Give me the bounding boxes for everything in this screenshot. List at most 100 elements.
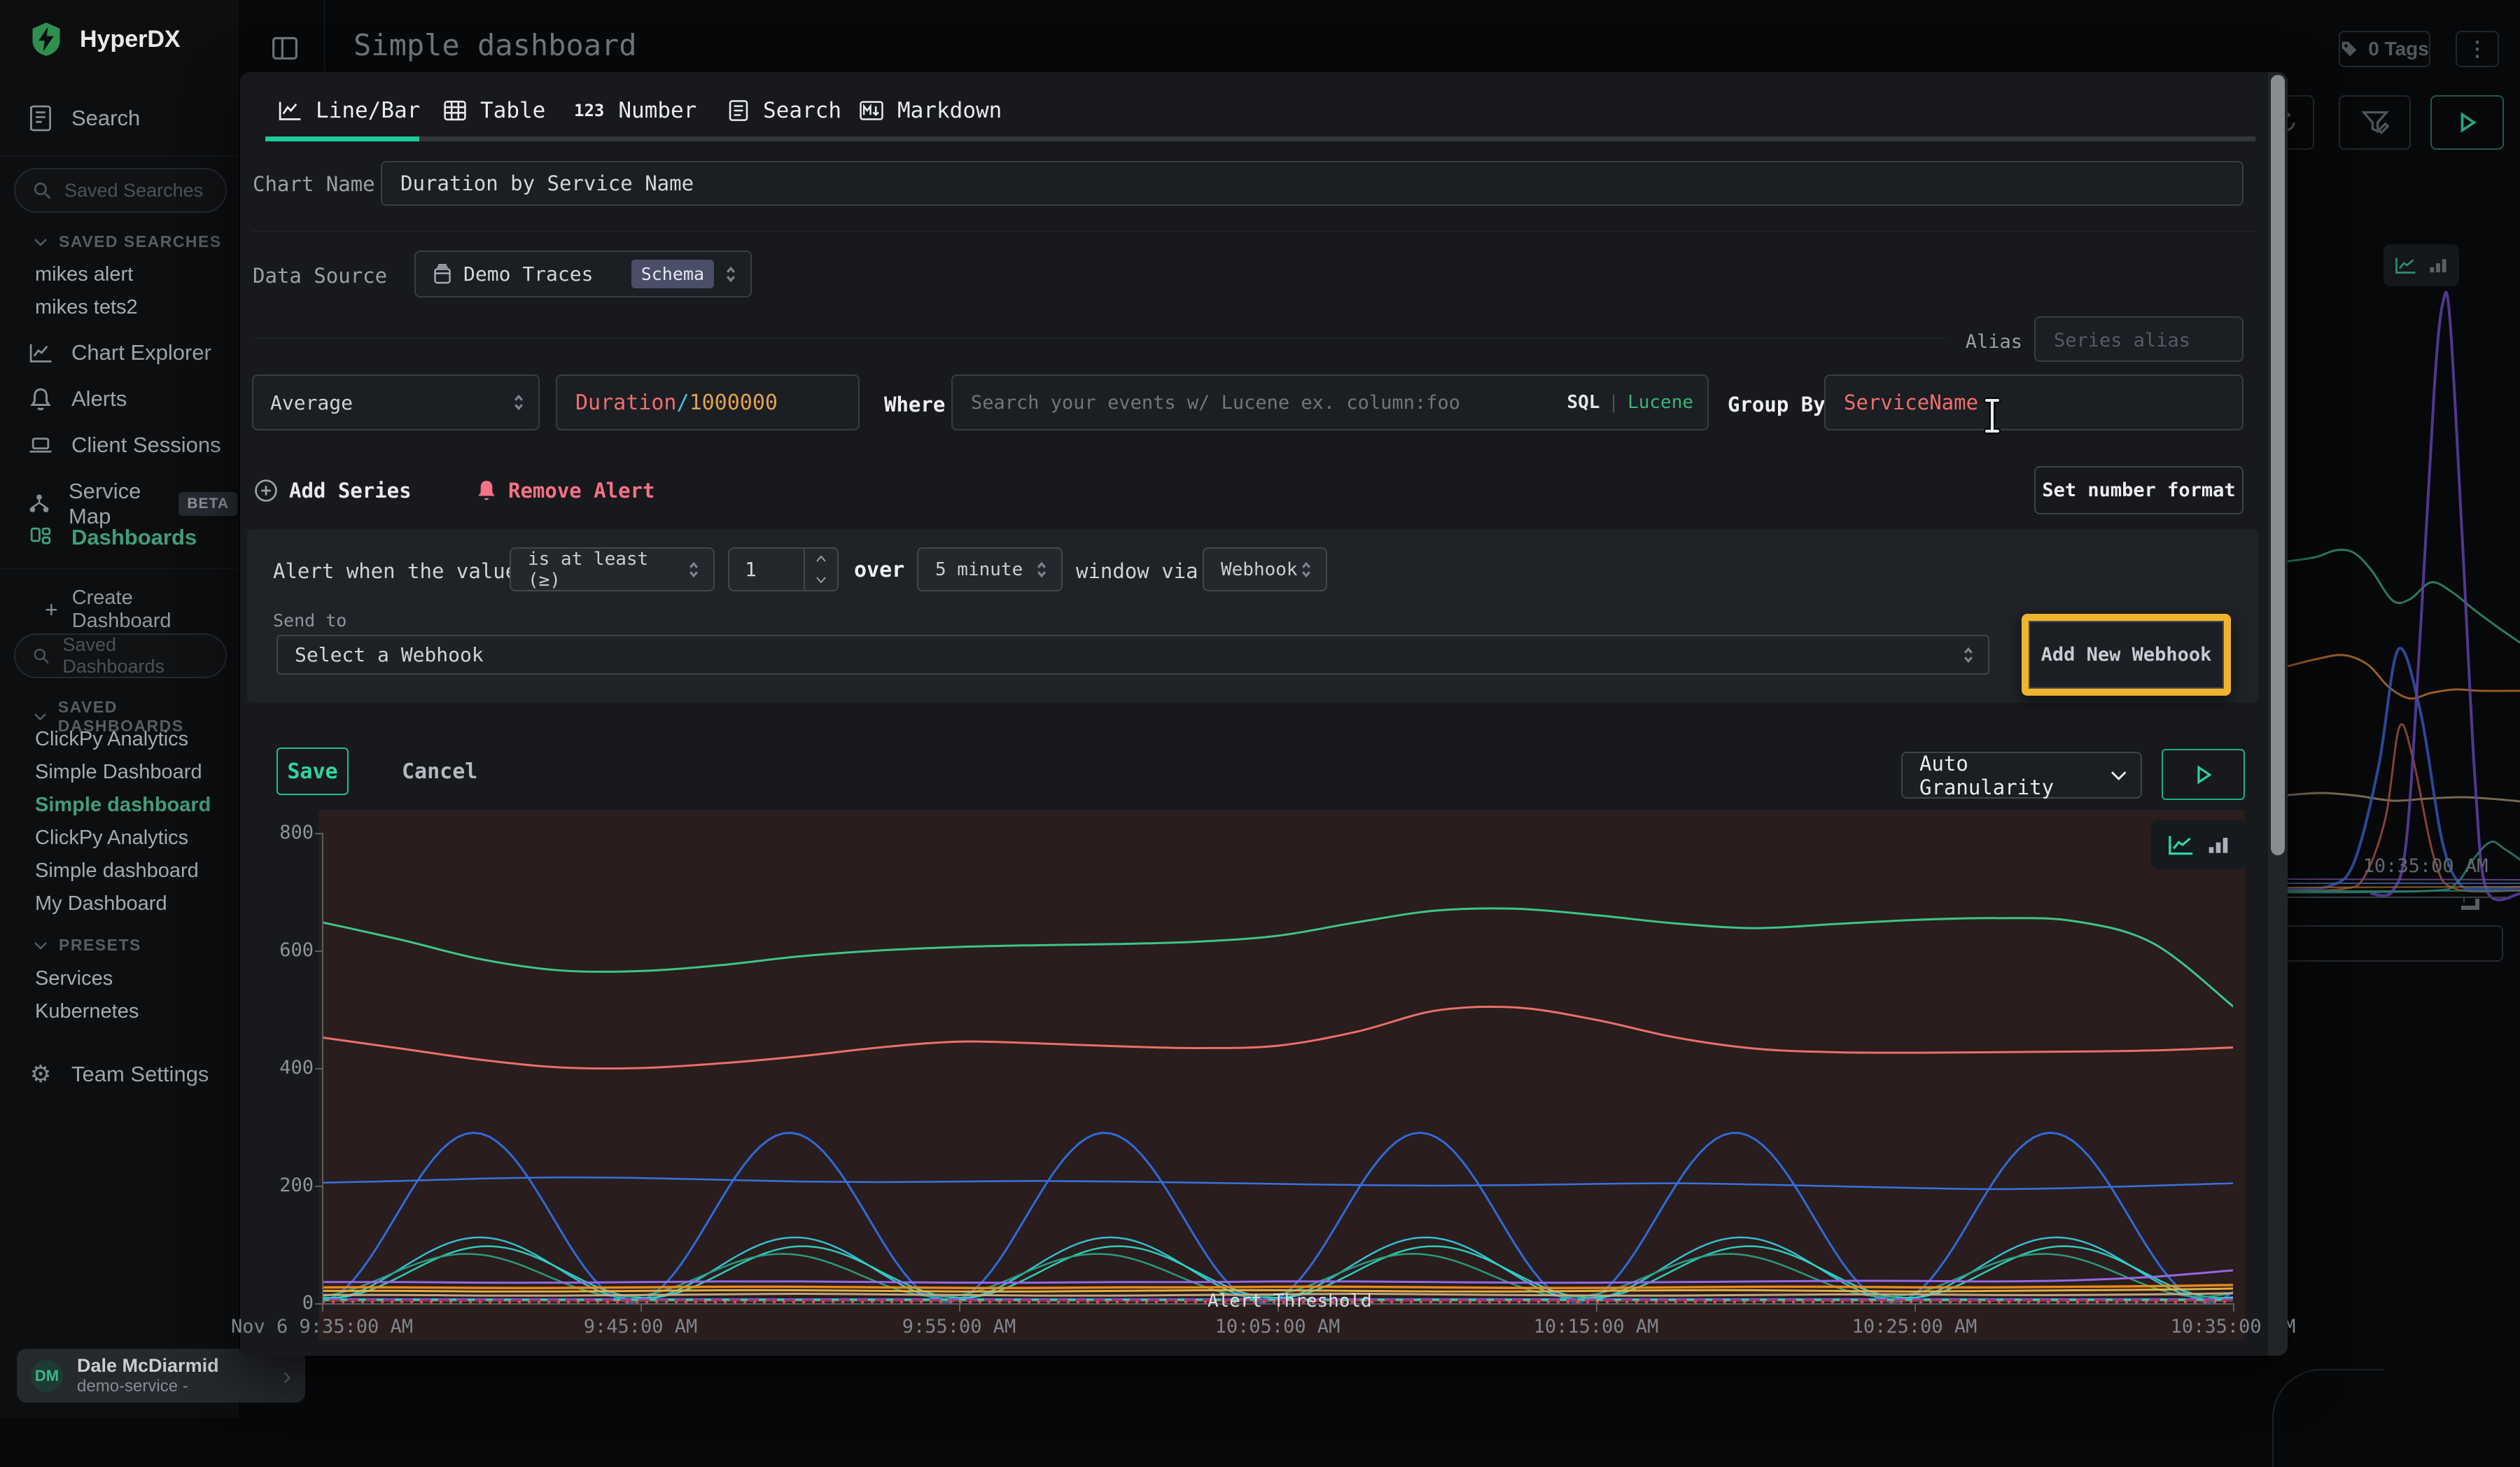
remove-alert-button[interactable]: Remove Alert [476,475,655,507]
brand-logo[interactable]: HyperDX [28,21,181,57]
dashboard-item[interactable]: My Dashboard [35,892,167,915]
filter-button[interactable] [2339,95,2411,150]
alert-channel-select[interactable]: Webhook [1203,547,1327,591]
send-to-label: Send to [273,610,346,631]
tab-table[interactable]: Table [444,94,545,127]
expression-input[interactable]: Duration/1000000 [556,374,860,430]
add-series-button[interactable]: Add Series [254,475,412,507]
chevron-down-icon [34,713,47,721]
series-alias-input[interactable] [2034,316,2244,362]
tabs-underline-track [265,136,2255,141]
run-preview-button[interactable] [2162,749,2245,800]
y-axis-tick-label: 600 [240,939,314,962]
dashboard-item[interactable]: Simple Dashboard [35,761,202,784]
alert-window-select[interactable]: 5 minute [917,547,1063,591]
tab-line-bar[interactable]: Line/Bar [278,94,420,127]
user-name: Dale McDiarmid [77,1355,269,1377]
more-menu-button[interactable]: ⋮ [2456,31,2499,67]
background-panel-corner [2272,1369,2384,1467]
preset-item[interactable]: Services [35,967,113,990]
sidebar-collapse-button[interactable] [265,28,305,69]
sidebar-item-search[interactable]: Search [28,105,140,132]
user-menu[interactable]: DM Dale McDiarmid demo-service - › [17,1349,305,1403]
play-icon [2194,765,2213,785]
sidebar-item-dashboards[interactable]: Dashboards [28,525,197,550]
tab-search[interactable]: Search [728,94,841,127]
saved-searches-input[interactable]: Saved Searches [14,168,227,213]
sidebar-item-team-settings[interactable]: ⚙ Team Settings [28,1060,209,1088]
stepper-down-button[interactable] [805,570,837,591]
number-icon: 123 [574,101,604,120]
modal-scrollbar-thumb[interactable] [2271,75,2285,855]
y-axis-tick-label: 400 [240,1057,314,1079]
chart-name-label: Chart Name [253,172,375,196]
saved-search-item[interactable]: mikes tets2 [35,296,138,319]
dashboard-item[interactable]: Simple dashboard [35,859,199,883]
line-chart-icon [2169,834,2194,855]
operator-token: / [677,391,690,415]
line-chart-icon [2395,256,2416,274]
search-icon [32,181,52,200]
play-icon [2457,112,2478,133]
chevron-up-down-icon [1963,646,1974,664]
over-label: over [854,558,904,582]
background-chart-type-toggle[interactable] [2384,244,2459,286]
sidebar-item-chart-explorer[interactable]: Chart Explorer [28,340,211,365]
sidebar-item-alerts[interactable]: Alerts [28,386,127,412]
kebab-icon: ⋮ [2467,37,2488,62]
chevron-up-icon [816,556,826,562]
saved-search-item[interactable]: mikes alert [35,263,133,286]
modal-scrollbar-track[interactable] [2268,72,2288,1356]
set-number-format-button[interactable]: Set number format [2034,466,2244,514]
dashboard-item[interactable]: ClickPy Analytics [35,728,188,751]
alert-condition-select[interactable]: is at least (≥) [510,547,715,591]
aggregation-select[interactable]: Average [252,374,540,430]
dashboard-item-active[interactable]: Simple dashboard [35,794,211,817]
granularity-select[interactable]: Auto Granularity [1901,752,2142,799]
data-source-label: Data Source [253,264,387,288]
group-by-input[interactable] [1824,374,2244,430]
tab-markdown[interactable]: Markdown [860,94,1002,127]
sidebar-item-service-map[interactable]: Service Map BETA [28,479,237,529]
add-new-webhook-button[interactable]: Add New Webhook [2029,621,2224,689]
tags-button[interactable]: 0 Tags [2339,31,2430,67]
data-source-select[interactable]: Demo Traces Schema [414,251,752,297]
user-subtitle: demo-service - [77,1377,269,1396]
background-panel-outline [2281,925,2503,962]
chevron-down-icon [34,941,48,950]
presets-header[interactable]: PRESETS [34,936,141,955]
saved-dashboards-input[interactable]: Saved Dashboards [14,633,227,678]
y-axis-line [322,833,323,1305]
active-tab-underline [265,136,419,141]
search-page-icon [28,105,53,132]
service-map-icon [28,493,50,515]
cancel-button[interactable]: Cancel [402,747,477,795]
y-axis-tick-label: 200 [240,1174,314,1197]
stepper-up-button[interactable] [805,549,837,570]
run-query-background-button[interactable] [2430,95,2504,150]
chevron-right-icon: › [283,1361,291,1391]
chart-name-input[interactable] [381,161,2244,206]
sidebar-item-client-sessions[interactable]: Client Sessions [28,433,221,458]
sidebar-item-label: Search [71,106,140,131]
preview-line-chart [322,833,2233,1323]
alert-threshold-input[interactable] [729,549,804,590]
group-by-label: Group By [1728,393,1826,416]
search-icon [32,646,50,666]
tab-number[interactable]: 123 Number [574,94,696,127]
alert-config-panel: Alert when the value is at least (≥) ove… [247,529,2258,703]
brand-name: HyperDX [80,26,181,53]
dashboard-item[interactable]: ClickPy Analytics [35,827,188,850]
document-list-icon [728,99,749,122]
avatar: DM [31,1360,63,1392]
saved-searches-header[interactable]: SAVED SEARCHES [34,232,222,251]
where-search-input[interactable] [971,392,1567,414]
lucene-mode-button[interactable]: Lucene [1628,392,1693,413]
save-button[interactable]: Save [276,747,349,795]
preset-item[interactable]: Kubernetes [35,1000,139,1023]
create-dashboard-button[interactable]: + Create Dashboard [45,587,237,633]
preview-chart-type-toggle[interactable] [2151,820,2246,869]
resize-handle-icon[interactable] [2461,899,2479,910]
sql-mode-button[interactable]: SQL [1567,392,1600,413]
webhook-select[interactable]: Select a Webhook [276,635,1989,675]
